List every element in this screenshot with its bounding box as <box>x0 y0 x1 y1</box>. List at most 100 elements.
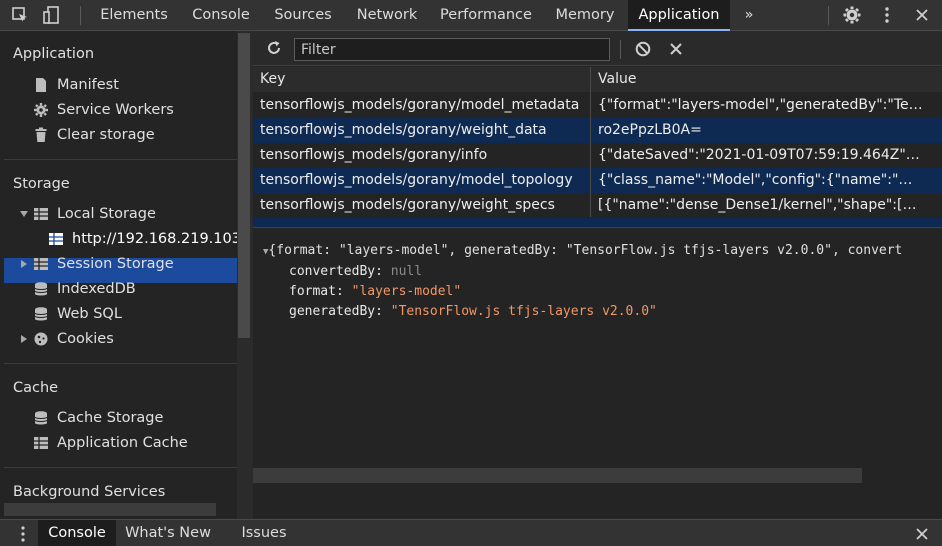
drawer-menu-icon[interactable] <box>15 525 31 546</box>
toolbar-divider <box>80 6 81 25</box>
table-row[interactable]: tensorflowjs_models/gorany/weight_data r… <box>253 118 942 143</box>
tab-performance[interactable]: Performance <box>432 0 540 31</box>
cookie-icon <box>33 331 49 347</box>
database-icon <box>33 306 49 322</box>
grid-icon <box>33 206 49 222</box>
database-icon <box>33 410 49 426</box>
toolbar-divider <box>828 6 829 25</box>
tab-sources[interactable]: Sources <box>263 0 343 31</box>
preview-prop: generatedBy: "TensorFlow.js tfjs-layers … <box>289 304 657 319</box>
inspect-element-icon[interactable] <box>10 5 30 25</box>
column-header-value[interactable]: Value <box>591 67 942 92</box>
section-divider <box>4 159 237 160</box>
sidebar-item-label: http://192.168.219.103:5 <box>72 231 237 247</box>
tab-elements[interactable]: Elements <box>90 0 178 31</box>
sidebar-item-label: Manifest <box>57 77 119 93</box>
key-cell: tensorflowjs_models/gorany/model_metadat… <box>260 97 580 113</box>
devtools-toolbar: Elements Console Sources Network Perform… <box>0 0 942 31</box>
column-header-key[interactable]: Key <box>253 67 590 92</box>
section-storage-title: Storage <box>13 176 70 192</box>
filter-input[interactable] <box>294 38 610 61</box>
section-divider <box>4 467 237 468</box>
key-cell: tensorflowjs_models/gorany/info <box>260 147 488 163</box>
section-background-services-title: Background Services <box>13 484 166 500</box>
value-cell: ro2ePpzLB0A= <box>598 122 702 138</box>
sidebar-item-local-storage[interactable]: Local Storage <box>18 202 233 226</box>
sidebar-item-local-storage-origin[interactable]: http://192.168.219.103:5 <box>48 227 237 251</box>
delete-selected-icon[interactable] <box>667 40 685 62</box>
sidebar-item-cache-storage[interactable]: Cache Storage <box>33 406 233 430</box>
more-tabs-button[interactable]: » <box>738 0 760 31</box>
prop-value: null <box>390 264 423 279</box>
drawer-toolbar: Console What's New Issues <box>0 519 942 546</box>
expand-arrow-right-icon[interactable] <box>21 335 27 343</box>
sidebar-item-label: Session Storage <box>57 256 174 272</box>
sidebar-item-label: IndexedDB <box>57 281 136 297</box>
close-drawer-icon[interactable] <box>913 525 931 546</box>
expand-arrow-down-icon[interactable] <box>20 211 28 217</box>
sidebar-item-label: Local Storage <box>57 206 156 222</box>
table-row[interactable]: tensorflowjs_models/gorany/model_metadat… <box>253 93 942 118</box>
sidebar-item-label: Web SQL <box>57 306 122 322</box>
sidebar-item-label: Service Workers <box>57 102 174 118</box>
value-cell: {"dateSaved":"2021-01-09T07:59:19.464Z",… <box>598 147 924 163</box>
tab-network[interactable]: Network <box>347 0 427 31</box>
key-cell: tensorflowjs_models/gorany/weight_data <box>260 122 547 138</box>
key-cell: tensorflowjs_models/gorany/weight_specs <box>260 197 555 213</box>
close-devtools-icon[interactable] <box>912 5 932 25</box>
clear-all-icon[interactable] <box>634 40 652 62</box>
prop-key: convertedBy <box>289 264 376 279</box>
sidebar-item-label: Application Cache <box>57 435 188 451</box>
drawer-tab-whats-new[interactable]: What's New <box>120 520 216 546</box>
tab-application[interactable]: Application <box>628 0 730 31</box>
settings-gear-icon[interactable] <box>842 5 862 25</box>
trash-icon <box>33 127 49 143</box>
table-row-empty <box>253 218 942 227</box>
sidebar-item-web-sql[interactable]: Web SQL <box>33 302 233 326</box>
sidebar-item-indexeddb[interactable]: IndexedDB <box>33 277 233 301</box>
sidebar-item-cookies[interactable]: Cookies <box>18 327 233 351</box>
preview-horizontal-scrollbar[interactable] <box>253 468 862 483</box>
database-icon <box>33 281 49 297</box>
grid-icon <box>33 435 49 451</box>
value-preview: ▼{format: "layers-model", generatedBy: "… <box>263 241 902 322</box>
application-sidebar: Application Manifest Service Workers Cle… <box>0 31 237 519</box>
column-divider[interactable] <box>590 67 591 217</box>
drawer-tab-issues[interactable]: Issues <box>232 520 296 546</box>
tab-memory[interactable]: Memory <box>545 0 625 31</box>
section-application-title: Application <box>13 46 95 62</box>
drawer-tab-console[interactable]: Console <box>38 520 116 546</box>
document-icon <box>33 77 49 93</box>
refresh-icon[interactable] <box>265 39 283 61</box>
value-cell: {"class_name":"Model","config":{"name":"… <box>598 172 924 188</box>
table-row[interactable]: tensorflowjs_models/gorany/weight_specs … <box>253 193 942 218</box>
gear-icon <box>33 102 49 118</box>
prop-key: generatedBy <box>289 304 376 319</box>
preview-prop: convertedBy: null <box>289 264 423 279</box>
prop-value: "TensorFlow.js tfjs-layers v2.0.0" <box>390 304 657 319</box>
grid-icon <box>33 256 49 272</box>
grid-icon <box>48 231 64 247</box>
sidebar-item-clear-storage[interactable]: Clear storage <box>33 123 233 147</box>
prop-key: format <box>289 284 336 299</box>
preview-divider <box>253 227 942 228</box>
sidebar-item-application-cache[interactable]: Application Cache <box>33 431 233 455</box>
sidebar-item-label: Clear storage <box>57 127 155 143</box>
device-toolbar-icon[interactable] <box>42 5 62 25</box>
more-options-icon[interactable] <box>877 5 897 25</box>
section-divider <box>4 363 237 364</box>
table-row[interactable]: tensorflowjs_models/gorany/model_topolog… <box>253 168 942 193</box>
sidebar-item-manifest[interactable]: Manifest <box>33 73 233 97</box>
sidebar-scrollbar-thumb[interactable] <box>238 33 250 338</box>
expand-arrow-right-icon[interactable] <box>21 260 27 268</box>
preview-summary[interactable]: ▼{format: "layers-model", generatedBy: "… <box>263 241 902 262</box>
value-cell: [{"name":"dense_Dense1/kernel","shape":[… <box>598 197 924 213</box>
sidebar-horizontal-scrollbar[interactable] <box>4 503 216 516</box>
key-cell: tensorflowjs_models/gorany/model_topolog… <box>260 172 573 188</box>
local-storage-panel: Key Value tensorflowjs_models/gorany/mod… <box>253 31 942 519</box>
value-cell: {"format":"layers-model","generatedBy":"… <box>598 97 924 113</box>
tab-console[interactable]: Console <box>182 0 260 31</box>
sidebar-item-session-storage[interactable]: Session Storage <box>18 252 233 276</box>
sidebar-item-service-workers[interactable]: Service Workers <box>33 98 233 122</box>
table-row[interactable]: tensorflowjs_models/gorany/info {"dateSa… <box>253 143 942 168</box>
